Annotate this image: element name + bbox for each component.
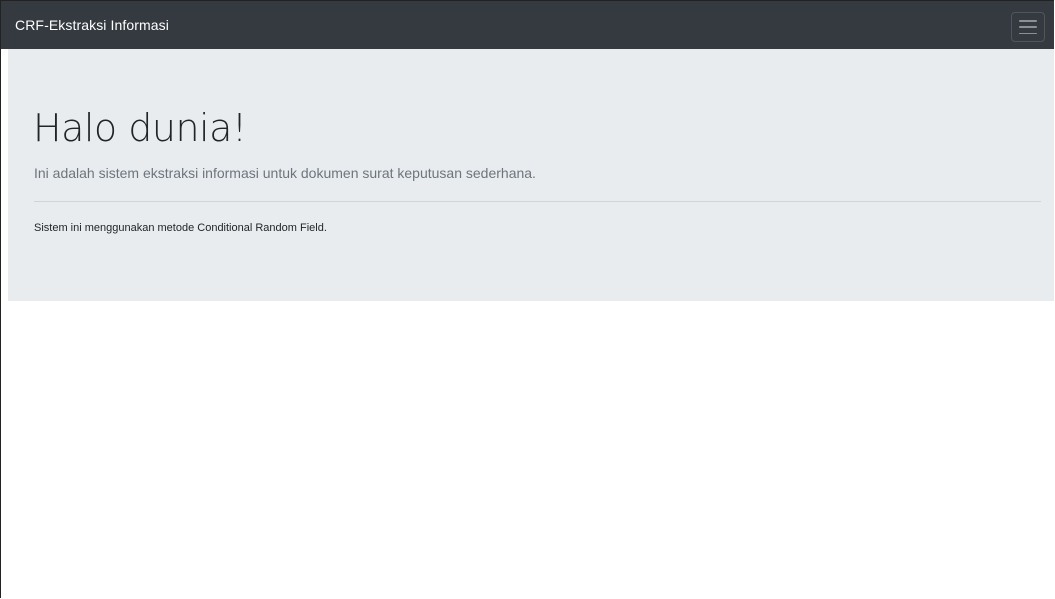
navbar-brand[interactable]: CRF-Ekstraksi Informasi bbox=[15, 15, 169, 35]
navbar: CRF-Ekstraksi Informasi bbox=[1, 1, 1054, 49]
description-text: Sistem ini menggunakan metode Conditiona… bbox=[34, 222, 327, 234]
page-title: Halo dunia! bbox=[33, 106, 247, 150]
jumbotron: Halo dunia! Ini adalah sistem ekstraksi … bbox=[8, 49, 1054, 301]
lead-text: Ini adalah sistem ekstraksi informasi un… bbox=[34, 165, 536, 181]
browser-viewport: CRF-Ekstraksi Informasi Halo dunia! Ini … bbox=[0, 0, 1054, 598]
navbar-toggler-button[interactable] bbox=[1011, 12, 1045, 42]
divider bbox=[34, 201, 1041, 202]
hamburger-menu-icon bbox=[1019, 20, 1037, 34]
